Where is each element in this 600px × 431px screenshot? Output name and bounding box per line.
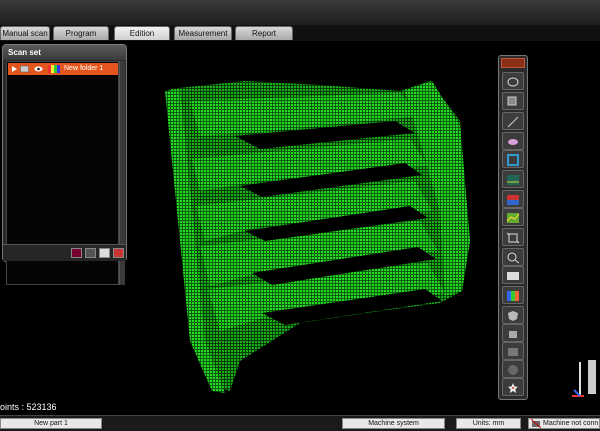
eraser-icon <box>506 135 520 147</box>
gradient-icon <box>506 289 520 301</box>
color-map-button[interactable] <box>502 286 524 304</box>
scan-set-panel: Scan set New folder 1 <box>2 44 127 285</box>
units: Units: mm <box>456 418 521 429</box>
lasso-select-button[interactable] <box>502 72 524 90</box>
lasso-icon <box>506 75 520 87</box>
tab-program[interactable]: Program <box>53 26 109 40</box>
scan-filter-icon <box>506 173 520 185</box>
surface-button[interactable] <box>502 360 524 378</box>
plane-cut-icon <box>506 115 520 128</box>
scan-set-title: Scan set <box>3 45 126 60</box>
status-bar: New part 1 Machine system Units: mm Mach… <box>0 415 600 431</box>
transform-icon <box>506 327 520 339</box>
tab-measurement[interactable]: Measurement <box>174 26 232 40</box>
new-folder-button[interactable] <box>99 248 110 258</box>
axis-bar-icon <box>588 360 596 394</box>
title-bar <box>0 0 600 25</box>
graph-icon <box>506 211 520 223</box>
plane-cut-button[interactable] <box>502 112 524 130</box>
surface-icon <box>506 363 520 375</box>
scan-set-footer <box>3 244 126 261</box>
visibility-eye-icon[interactable] <box>34 65 43 73</box>
toolbar-header <box>501 58 525 68</box>
tab-manual-scan[interactable]: Manual scan <box>0 26 50 40</box>
list-item-label: New folder 1 <box>64 65 104 72</box>
box-select-icon <box>506 95 520 107</box>
eraser-button[interactable] <box>502 132 524 150</box>
fit-view-button[interactable] <box>502 228 524 246</box>
zoom-button[interactable] <box>502 248 524 266</box>
part-name: New part 1 <box>0 418 102 429</box>
tab-report[interactable]: Report <box>235 26 293 40</box>
remove-button[interactable] <box>113 248 124 258</box>
coordinate-system: Machine system <box>342 418 445 429</box>
frame-icon <box>506 153 520 166</box>
frame-button[interactable] <box>502 150 524 168</box>
book-icon[interactable] <box>20 65 29 73</box>
mesh-icon <box>506 345 520 357</box>
scan-filter-button[interactable] <box>502 170 524 188</box>
mesh-button[interactable] <box>502 342 524 360</box>
axis-triad <box>572 360 596 397</box>
box-select-button[interactable] <box>502 92 524 110</box>
main-tabs: Manual scan Program Edition Measurement … <box>0 25 600 41</box>
tab-edition[interactable]: Edition <box>114 26 170 40</box>
points-count: oints : 523136 <box>0 402 57 412</box>
transform-button[interactable] <box>502 324 524 342</box>
color-scan-button[interactable] <box>502 190 524 208</box>
favorites-button[interactable] <box>502 378 524 396</box>
color-map-icon[interactable] <box>48 65 60 73</box>
machine-status-text: Machine not conn <box>543 420 599 427</box>
view-mode-icon <box>506 269 520 281</box>
delete-scan-button[interactable] <box>71 248 82 258</box>
fit-view-icon <box>506 231 520 244</box>
star-icon <box>506 381 520 393</box>
zoom-icon <box>506 251 520 264</box>
shield-button[interactable] <box>502 306 524 324</box>
expand-triangle-icon[interactable] <box>10 65 19 73</box>
add-scan-button[interactable] <box>85 248 96 258</box>
list-item[interactable]: New folder 1 <box>8 63 118 75</box>
shield-icon <box>506 309 520 321</box>
graph-button[interactable] <box>502 208 524 226</box>
color-scan-icon <box>506 193 520 205</box>
machine-icon <box>531 419 541 428</box>
view-mode-button[interactable] <box>502 266 524 284</box>
edit-toolbar <box>498 55 528 400</box>
